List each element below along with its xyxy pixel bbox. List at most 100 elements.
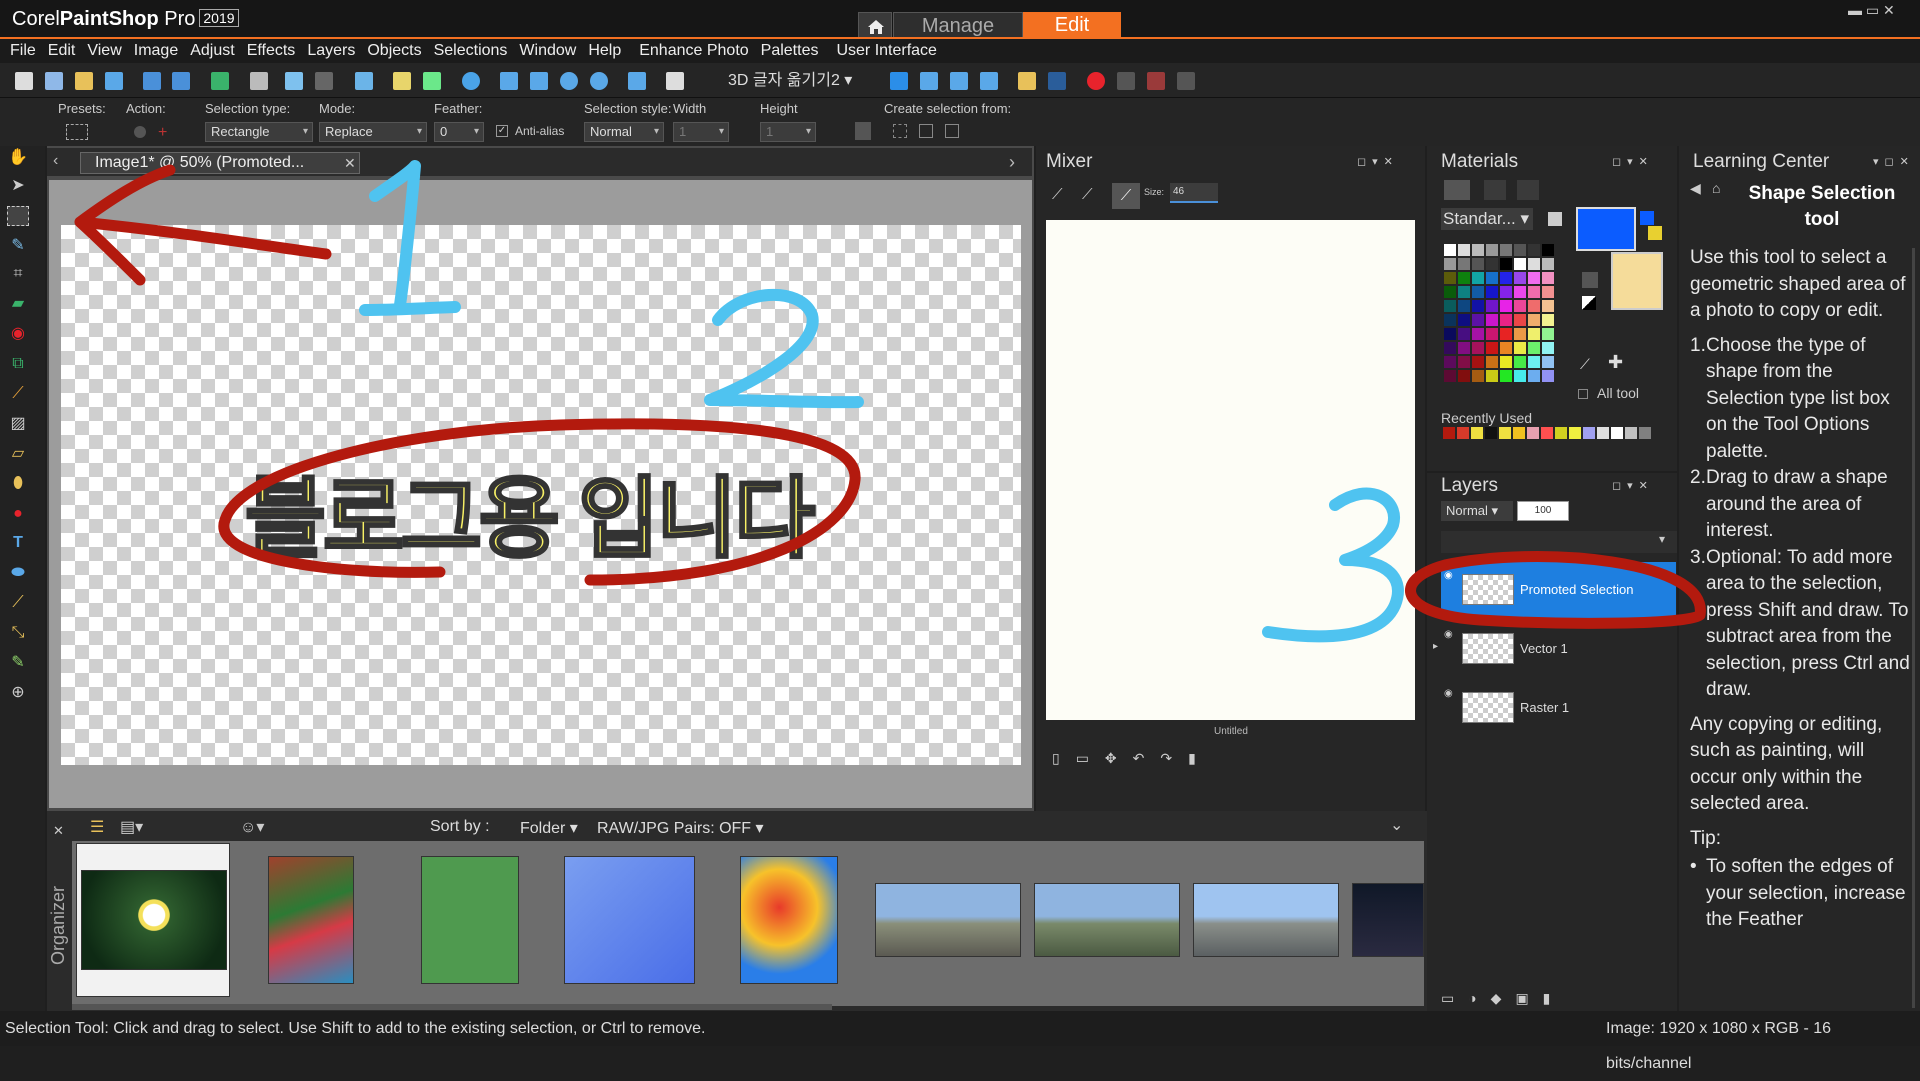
palette-options-icon[interactable] bbox=[1548, 212, 1562, 226]
mixer-size-input[interactable]: 46 bbox=[1170, 183, 1218, 203]
dropper-tool-icon[interactable]: ✎ bbox=[7, 236, 29, 256]
thumbnail-panorama[interactable] bbox=[875, 883, 1021, 957]
thumbnail-water-lily[interactable] bbox=[81, 870, 227, 970]
organizer-scrollbar[interactable] bbox=[72, 1004, 832, 1010]
from-merged-icon[interactable] bbox=[945, 124, 959, 138]
selection-type-select[interactable]: Rectangle bbox=[205, 122, 313, 142]
small-fg-swatch[interactable] bbox=[1640, 211, 1654, 225]
antialias-checkbox[interactable]: ✓ bbox=[496, 125, 508, 137]
workspace-icon[interactable] bbox=[666, 72, 684, 90]
rotate-left-icon[interactable] bbox=[285, 72, 303, 90]
info-icon[interactable] bbox=[462, 72, 480, 90]
color-changer-icon[interactable]: ✎ bbox=[7, 653, 29, 673]
organizer-close-icon[interactable]: ✕ bbox=[53, 823, 64, 839]
feather-input[interactable]: 0 bbox=[434, 122, 484, 142]
selection-style-select[interactable]: Normal bbox=[584, 122, 664, 142]
expand-icon[interactable]: ▸ bbox=[1433, 641, 1438, 652]
picture-tube-icon[interactable]: ● bbox=[7, 504, 29, 524]
menu-objects[interactable]: Objects bbox=[367, 42, 421, 60]
palette-select[interactable]: Standar... ▾ bbox=[1441, 208, 1533, 230]
selection-tool-icon[interactable] bbox=[7, 206, 29, 226]
layers-toolbar-dropdown-icon[interactable]: ▾ bbox=[1659, 532, 1665, 546]
text-tool-icon[interactable]: T bbox=[7, 533, 29, 553]
mixer-panel-controls[interactable]: ◻▾✕ bbox=[1357, 155, 1399, 168]
layer-visibility-icon[interactable]: ◉ bbox=[1444, 570, 1453, 581]
swatches-tab-icon[interactable] bbox=[1444, 180, 1470, 200]
presets-button[interactable] bbox=[66, 124, 88, 140]
small-bg-swatch[interactable] bbox=[1648, 226, 1662, 240]
materials-panel-controls[interactable]: ◻▾✕ bbox=[1612, 155, 1654, 168]
save-as-icon[interactable] bbox=[172, 72, 190, 90]
sort-select[interactable]: Folder ▾ bbox=[520, 818, 578, 838]
warp-tool-icon[interactable]: ⤡ bbox=[7, 623, 29, 643]
zoom-full-icon[interactable] bbox=[530, 72, 548, 90]
menu-effects[interactable]: Effects bbox=[247, 42, 296, 60]
collapse-organizer-icon[interactable]: ⌄ bbox=[1390, 815, 1403, 835]
mixer-paper[interactable] bbox=[1046, 220, 1415, 720]
tab-manage[interactable]: Manage bbox=[893, 12, 1023, 38]
menu-user-interface[interactable]: User Interface bbox=[836, 42, 936, 60]
pen-tool-icon[interactable]: ⟋ bbox=[7, 593, 29, 613]
straighten-tool-icon[interactable]: ▰ bbox=[7, 294, 29, 314]
mode-select[interactable]: Replace bbox=[319, 122, 427, 142]
script-editor-icon[interactable] bbox=[920, 72, 938, 90]
from-layer-icon[interactable] bbox=[893, 124, 907, 138]
open-folder-icon[interactable] bbox=[75, 72, 93, 90]
layer-item[interactable]: ◉ Raster 1 bbox=[1441, 680, 1676, 736]
action-cancel-icon[interactable]: + bbox=[158, 124, 167, 142]
swap-colors-icon[interactable] bbox=[1582, 272, 1598, 288]
crop-tool-icon[interactable]: ⌗ bbox=[7, 264, 29, 284]
resize-icon[interactable] bbox=[355, 72, 373, 90]
learning-panel-controls[interactable]: ▾◻✕ bbox=[1873, 155, 1915, 168]
height-input[interactable]: 1 bbox=[760, 122, 816, 142]
custom-selection-icon[interactable] bbox=[855, 122, 871, 140]
home-help-icon[interactable]: ⌂ bbox=[1712, 180, 1720, 196]
close-tab-icon[interactable]: ✕ bbox=[344, 155, 356, 172]
zoom-out-icon[interactable] bbox=[560, 72, 578, 90]
pause-icon[interactable] bbox=[1117, 72, 1135, 90]
print-icon[interactable] bbox=[250, 72, 268, 90]
menu-enhance-photo[interactable]: Enhance Photo bbox=[639, 42, 748, 60]
menu-layers[interactable]: Layers bbox=[307, 42, 355, 60]
window-controls[interactable]: ▬ ▭ ✕ bbox=[1848, 2, 1895, 19]
back-icon[interactable]: ◀ bbox=[1690, 180, 1701, 197]
fill-tool-icon[interactable]: ⬮ bbox=[7, 474, 29, 494]
save-icon[interactable] bbox=[143, 72, 161, 90]
width-input[interactable]: 1 bbox=[673, 122, 729, 142]
recently-used-swatches[interactable] bbox=[1443, 427, 1653, 441]
workspace-select[interactable]: 3D 글자 옮기기2 ▾ bbox=[728, 69, 876, 93]
layer-visibility-icon[interactable]: ◉ bbox=[1444, 688, 1453, 699]
menu-palettes[interactable]: Palettes bbox=[761, 42, 819, 60]
raw-pairs-select[interactable]: RAW/JPG Pairs: OFF ▾ bbox=[597, 818, 764, 838]
share-icon[interactable] bbox=[211, 72, 229, 90]
add-swatch-icon[interactable]: ✚ bbox=[1608, 352, 1623, 373]
tab-scroll-left-icon[interactable]: ‹ bbox=[53, 152, 58, 170]
save-record-icon[interactable] bbox=[1177, 72, 1195, 90]
redo-icon[interactable] bbox=[423, 72, 441, 90]
menu-window[interactable]: Window bbox=[519, 42, 576, 60]
thumbnail-night[interactable] bbox=[1352, 883, 1424, 957]
rainbow-tab-icon[interactable] bbox=[1484, 180, 1506, 200]
frame-tab-icon[interactable] bbox=[1517, 180, 1539, 200]
paint-brush-tool-icon[interactable]: ⟋ bbox=[7, 384, 29, 404]
menu-file[interactable]: File bbox=[10, 42, 36, 60]
tab-scroll-right-icon[interactable]: › bbox=[1009, 152, 1015, 173]
thumbnail-panorama[interactable] bbox=[1034, 883, 1180, 957]
eraser-tool-icon[interactable]: ▱ bbox=[7, 444, 29, 464]
menu-view[interactable]: View bbox=[87, 42, 121, 60]
edit-script-icon[interactable] bbox=[950, 72, 968, 90]
default-colors-icon[interactable] bbox=[1582, 296, 1596, 310]
knife-icon[interactable]: ⟋ bbox=[1052, 186, 1074, 206]
from-all-layers-icon[interactable] bbox=[919, 124, 933, 138]
grid-icon[interactable] bbox=[45, 72, 63, 90]
all-tools-checkbox[interactable] bbox=[1578, 389, 1588, 399]
layer-visibility-icon[interactable]: ◉ bbox=[1444, 629, 1453, 640]
foreground-color-swatch[interactable] bbox=[1576, 207, 1636, 251]
zoom-fit-icon[interactable] bbox=[500, 72, 518, 90]
layer-item[interactable]: ◉ Promoted Selection bbox=[1441, 562, 1676, 618]
navigation-icon[interactable]: ☰ bbox=[90, 817, 104, 837]
thumbnail-vegetables[interactable] bbox=[268, 856, 354, 984]
document-tab[interactable]: Image1* @ 50% (Promoted... bbox=[80, 152, 360, 174]
thumbnail-leaves[interactable] bbox=[421, 856, 519, 984]
script-list-icon[interactable] bbox=[980, 72, 998, 90]
